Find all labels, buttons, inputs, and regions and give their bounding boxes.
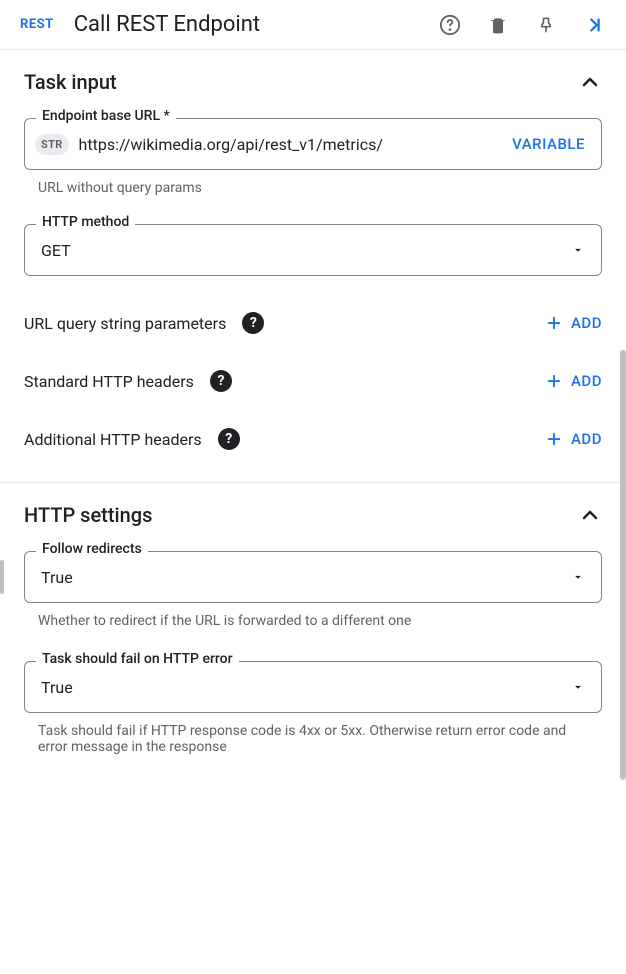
query-params-label: URL query string parameters ?: [24, 312, 264, 334]
pin-icon[interactable]: [534, 13, 558, 37]
left-edge-indicator: [0, 560, 4, 594]
http-settings-panel: HTTP settings Follow redirects True Whet…: [0, 483, 626, 775]
rest-badge: REST: [20, 17, 54, 32]
endpoint-url-helper: URL without query params: [38, 180, 602, 196]
fail-on-error-helper: Task should fail if HTTP response code i…: [38, 723, 578, 755]
page-title: Call REST Endpoint: [74, 12, 426, 37]
task-input-header[interactable]: Task input: [24, 70, 602, 94]
standard-headers-label: Standard HTTP headers ?: [24, 370, 232, 392]
endpoint-url-box: STR https://wikimedia.org/api/rest_v1/me…: [24, 118, 602, 170]
follow-redirects-label: Follow redirects: [36, 541, 148, 557]
fail-on-error-label: Task should fail on HTTP error: [36, 651, 239, 667]
endpoint-url-label: Endpoint base URL *: [36, 108, 176, 124]
http-method-select[interactable]: GET: [24, 224, 602, 276]
add-label: ADD: [571, 314, 602, 332]
endpoint-url-field: Endpoint base URL * STR https://wikimedi…: [24, 118, 602, 170]
delete-icon[interactable]: [486, 13, 510, 37]
follow-redirects-helper: Whether to redirect if the URL is forwar…: [38, 613, 602, 629]
help-icon[interactable]: ?: [242, 312, 264, 334]
follow-redirects-field: Follow redirects True Whether to redirec…: [24, 551, 602, 629]
http-settings-title: HTTP settings: [24, 503, 152, 527]
endpoint-url-input[interactable]: https://wikimedia.org/api/rest_v1/metric…: [69, 135, 497, 154]
help-icon[interactable]: ?: [218, 428, 240, 450]
add-standard-header-button[interactable]: ADD: [545, 372, 602, 390]
task-input-panel: Task input Endpoint base URL * STR https…: [0, 50, 626, 483]
help-icon[interactable]: [438, 13, 462, 37]
variable-button[interactable]: VARIABLE: [496, 119, 601, 169]
follow-redirects-select[interactable]: True: [24, 551, 602, 603]
fail-on-error-value: True: [41, 678, 73, 697]
standard-headers-text: Standard HTTP headers: [24, 372, 194, 391]
additional-headers-text: Additional HTTP headers: [24, 430, 202, 449]
type-badge-str: STR: [35, 134, 69, 155]
additional-headers-label: Additional HTTP headers ?: [24, 428, 240, 450]
add-label: ADD: [571, 430, 602, 448]
additional-headers-row: Additional HTTP headers ? ADD: [24, 428, 602, 450]
http-settings-header[interactable]: HTTP settings: [24, 503, 602, 527]
standard-headers-row: Standard HTTP headers ? ADD: [24, 370, 602, 392]
add-query-param-button[interactable]: ADD: [545, 314, 602, 332]
task-input-title: Task input: [24, 70, 117, 94]
query-params-text: URL query string parameters: [24, 314, 226, 333]
follow-redirects-value: True: [41, 568, 73, 587]
header-actions: [438, 13, 606, 37]
scrollbar[interactable]: [620, 350, 626, 780]
help-icon[interactable]: ?: [210, 370, 232, 392]
query-params-row: URL query string parameters ? ADD: [24, 312, 602, 334]
fail-on-error-field: Task should fail on HTTP error True Task…: [24, 661, 602, 755]
add-additional-header-button[interactable]: ADD: [545, 430, 602, 448]
http-method-value: GET: [41, 241, 71, 260]
http-method-field: HTTP method GET: [24, 224, 602, 276]
panel-header: REST Call REST Endpoint: [0, 0, 626, 50]
http-method-label: HTTP method: [36, 214, 135, 230]
add-label: ADD: [571, 372, 602, 390]
fail-on-error-select[interactable]: True: [24, 661, 602, 713]
chevron-up-icon[interactable]: [578, 70, 602, 94]
chevron-up-icon[interactable]: [578, 503, 602, 527]
collapse-panel-icon[interactable]: [582, 13, 606, 37]
